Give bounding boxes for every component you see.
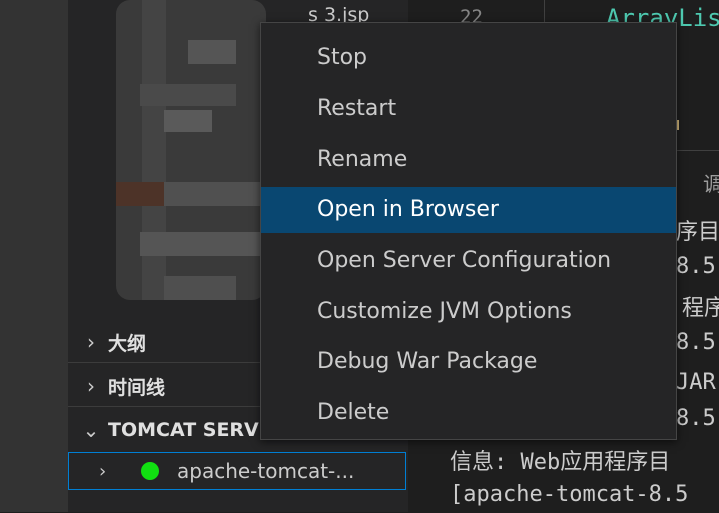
- debug-console-tab[interactable]: 调: [703, 168, 719, 197]
- menu-item-open-in-browser[interactable]: Open in Browser: [261, 187, 676, 233]
- terminal-line: 8.5: [676, 330, 716, 355]
- redacted-area: [116, 0, 266, 300]
- menu-item-restart[interactable]: Restart: [261, 86, 676, 132]
- terminal-line: 8.5: [676, 254, 716, 279]
- terminal-line: 信息: Web应用程序目: [450, 450, 671, 475]
- terminal-line: 程序: [682, 296, 719, 321]
- activity-bar: [0, 0, 68, 512]
- chevron-right-icon: ›: [87, 330, 95, 354]
- section-label: 大纲: [108, 332, 147, 355]
- chevron-right-icon[interactable]: ›: [99, 461, 119, 482]
- terminal-line: 8.5: [676, 406, 716, 431]
- menu-item-rename[interactable]: Rename: [261, 137, 676, 183]
- menu-item-debug-war-package[interactable]: Debug War Package: [261, 339, 676, 385]
- menu-item-open-server-configuration[interactable]: Open Server Configuration: [261, 238, 676, 284]
- terminal-line: [apache-tomcat-8.5: [450, 482, 689, 507]
- section-label: TOMCAT SERVI: [108, 419, 266, 441]
- server-running-status-icon: [141, 462, 159, 480]
- terminal-line: 序目: [676, 220, 719, 245]
- menu-item-stop[interactable]: Stop: [261, 35, 676, 81]
- server-name: apache-tomcat-...: [177, 459, 355, 483]
- tomcat-server-item[interactable]: › apache-tomcat-...: [68, 452, 406, 490]
- section-label: 时间线: [108, 376, 166, 399]
- menu-item-delete[interactable]: Delete: [261, 390, 676, 436]
- context-menu: Stop Restart Rename Open in Browser Open…: [260, 22, 677, 440]
- terminal-line: JAR: [676, 370, 716, 395]
- menu-item-customize-jvm-options[interactable]: Customize JVM Options: [261, 289, 676, 335]
- chevron-right-icon: ›: [87, 374, 95, 398]
- chevron-down-icon: ⌄: [82, 418, 100, 442]
